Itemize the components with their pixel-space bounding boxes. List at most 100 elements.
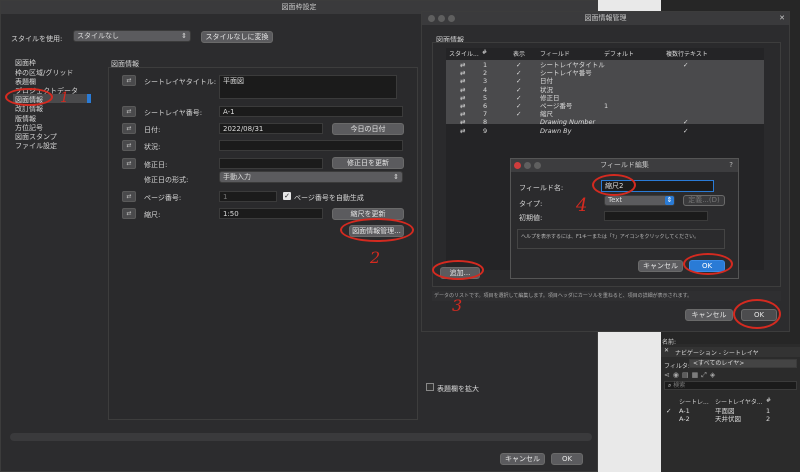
annotation-circle-manager-ok [733,299,781,329]
row-field: 縮尺 [540,110,553,119]
filter-label: フィルタ: [664,363,690,370]
manager-cancel-button[interactable]: キャンセル [685,309,733,321]
annotation-circle-field-ok [683,253,733,275]
window-dot-max[interactable] [448,15,455,22]
col-header-default[interactable]: デフォルト [604,49,634,58]
convert-no-style-button[interactable]: スタイルなしに変換 [201,31,273,43]
today-date-button[interactable]: 今日の日付 [332,123,404,135]
col-header-num[interactable]: # [766,397,771,404]
col-header-multiline[interactable]: 複数行テキスト [666,49,708,58]
link-icon[interactable]: ⇄ [122,140,136,151]
initial-value-label: 初期値: [519,214,543,222]
table-row[interactable]: ⇄ 9 Drawn By ✓ [446,127,764,135]
manager-title: 図面情報管理 [584,14,627,22]
fields-table-rows: ⇄ 1 ✓ シートレイヤタイトル ✓ ⇄ 2 ✓ シートレイヤ番号 ⇄ 3 ✓ 日付 ⇄ 4 ✓ 状況 ⇄ 5 ✓ 修正… [446,61,764,141]
auto-page-checkbox[interactable]: ✓ [283,192,291,200]
row-style-icon: ⇄ [460,118,466,127]
table-row[interactable]: ⇄ 2 ✓ シートレイヤ番号 [446,69,764,77]
row-num: 1 [483,61,488,69]
expand-titleblock-label: 表題欄を拡大 [437,385,479,393]
horizontal-scrollbar[interactable] [10,433,592,441]
row-style-icon: ⇄ [460,85,466,94]
col-header-style[interactable]: スタイル... [449,49,479,58]
layers-icon[interactable]: ▤ [682,371,692,379]
table-row[interactable]: ⇄ 8 Drawing Number ✓ [446,118,764,126]
table-row[interactable]: ⇄ 4 ✓ 状況 [446,86,764,94]
style-select[interactable]: スタイルなし ⇕ [73,30,191,42]
col-header-sheet-title[interactable]: シートレイヤタ... [715,397,763,406]
col-header-shown[interactable]: 表示 [513,49,525,58]
link-icon[interactable]: ⇄ [122,106,136,117]
row-shown: ✓ [516,85,522,94]
row-multiline: ✓ [683,126,689,135]
sheet-title-field[interactable]: 平面図 [219,75,397,99]
grid-icon[interactable]: ▦ [692,371,702,379]
sheet-number-field[interactable]: A-1 [219,106,403,117]
modified-format-label: 修正日の形式: [144,176,189,184]
chevron-updown-icon: ⇕ [181,32,187,40]
initial-value-input[interactable] [604,211,708,221]
row-field: シートレイヤタイトル [540,61,605,69]
update-modified-date-button[interactable]: 修正日を更新 [332,157,404,169]
row-style-icon: ⇄ [460,93,466,102]
table-row[interactable]: A-2 天井伏図 2 [661,415,800,423]
modified-date-field[interactable] [219,158,323,169]
link-icon[interactable]: ⇄ [122,158,136,169]
auto-page-label: ページ番号を自動生成 [294,194,364,202]
row-shown: ✓ [516,110,522,119]
col-header-num[interactable]: # [482,49,487,56]
palette-titlebar: ✕ ナビゲーション - シートレイヤ [661,347,800,357]
type-select[interactable]: Text ⇕ [604,195,675,206]
status-field[interactable] [219,140,403,151]
row-default: 1 [604,102,609,110]
field-cancel-button[interactable]: キャンセル [638,260,683,272]
table-row[interactable]: ⇄ 1 ✓ シートレイヤタイトル ✓ [446,61,764,69]
help-icon[interactable]: ? [729,161,733,169]
window-dot-close[interactable] [514,162,521,169]
eye-icon[interactable]: ◉ [673,371,682,379]
table-row[interactable]: ⇄ 3 ✓ 日付 [446,77,764,85]
window-dot-min[interactable] [524,162,531,169]
annotation-circle-field-name [592,174,636,196]
sheet-data-group-box [108,67,418,420]
table-row[interactable]: ⇄ 7 ✓ 縮尺 [446,110,764,118]
modified-format-select[interactable]: 手動入力 ⇕ [219,171,403,183]
table-row[interactable]: ✓ A-1 平面図 1 [661,407,800,415]
col-header-sheet-id[interactable]: シートレ... [679,397,709,406]
row-num: 5 [483,93,488,102]
window-dot-close[interactable] [428,15,435,22]
window-dot-max[interactable] [534,162,541,169]
annotation-circle-sidebar [5,88,53,106]
sync-icon[interactable]: ◈ [710,371,718,379]
link-icon[interactable]: ⇄ [122,208,136,219]
row-num: 7 [483,110,488,119]
scale-field[interactable]: 1:50 [219,208,323,219]
row-check: ✓ [666,407,672,415]
sidebar-item-file-settings[interactable]: ファイル設定 [15,141,57,151]
scale-label: 縮尺: [144,211,161,219]
share-icon[interactable]: ⋖ [664,371,673,379]
row-field: ページ番号 [540,102,573,110]
main-ok-button[interactable]: OK [551,453,583,465]
link-icon[interactable]: ⇄ [122,123,136,134]
sidebar-item-border[interactable]: 図面枠 [15,58,36,68]
window-dot-min[interactable] [438,15,445,22]
close-icon[interactable]: ✕ [779,12,785,25]
palette-search-input[interactable]: ⌕ 検索 [664,381,797,390]
close-icon[interactable]: ✕ [664,347,669,354]
main-cancel-button[interactable]: キャンセル [500,453,545,465]
row-shown: ✓ [516,77,522,86]
search-placeholder: 検索 [673,382,686,389]
page-number-field[interactable]: 1 [219,191,277,202]
date-field[interactable]: 2022/08/31 [219,123,323,134]
row-num: 2 [483,69,488,78]
table-row[interactable]: ⇄ 5 ✓ 修正日 [446,94,764,102]
expand-titleblock-checkbox[interactable] [426,383,434,391]
col-header-field[interactable]: フィールド [540,49,570,58]
fit-icon[interactable]: ⤢ [701,371,710,379]
filter-select[interactable]: <すべてのレイヤ> [689,359,797,368]
link-icon[interactable]: ⇄ [122,191,136,202]
table-row[interactable]: ⇄ 6 ✓ ページ番号 1 [446,102,764,110]
row-field: 状況 [540,85,553,94]
link-icon[interactable]: ⇄ [122,75,136,86]
